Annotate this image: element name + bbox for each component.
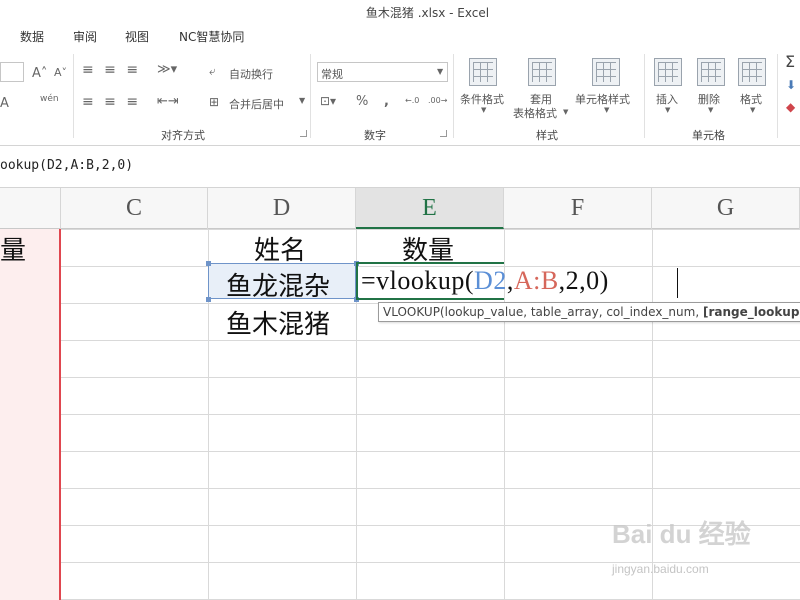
watermark-url: jingyan.baidu.com bbox=[612, 562, 709, 576]
group-separator bbox=[310, 54, 311, 138]
table-format-label-2[interactable]: 表格格式 bbox=[513, 105, 557, 121]
format-dropdown-icon[interactable]: ▼ bbox=[750, 106, 755, 114]
tab-view[interactable]: 视图 bbox=[125, 28, 149, 45]
table-format-icon[interactable] bbox=[528, 58, 556, 86]
cells-group-label: 单元格 bbox=[692, 129, 725, 142]
decrease-decimal-icon[interactable]: .00→ bbox=[428, 96, 447, 105]
align-left-icon[interactable]: ≡ ≡ ≡ bbox=[82, 94, 141, 110]
tooltip-current-arg[interactable]: [range_lookup] bbox=[703, 305, 800, 319]
fill-icon[interactable]: ⬇ bbox=[786, 78, 796, 92]
comma-icon[interactable]: , bbox=[384, 94, 389, 109]
tab-data[interactable]: 数据 bbox=[20, 28, 44, 45]
indent-icon[interactable]: ⇤⇥ bbox=[157, 94, 179, 109]
column-header-d[interactable]: D bbox=[208, 188, 356, 229]
group-separator bbox=[453, 54, 454, 138]
tab-nc[interactable]: NC智慧协同 bbox=[179, 28, 244, 45]
conditional-format-dropdown-icon[interactable]: ▼ bbox=[481, 106, 486, 114]
merge-dropdown-icon[interactable]: ▼ bbox=[299, 96, 305, 105]
tab-review[interactable]: 审阅 bbox=[73, 28, 97, 45]
wrap-text-button[interactable]: 自动换行 bbox=[229, 66, 273, 82]
group-separator bbox=[644, 54, 645, 138]
font-size-down-icon[interactable]: A˅ bbox=[54, 66, 67, 79]
range-handle[interactable] bbox=[206, 297, 211, 302]
delete-button[interactable]: 删除 bbox=[698, 91, 720, 107]
cell-editor[interactable]: =vlookup(D2,A:B,2,0) bbox=[361, 266, 609, 296]
number-format-dropdown-icon[interactable]: ▼ bbox=[437, 67, 443, 76]
styles-group-label: 样式 bbox=[536, 129, 558, 142]
alignment-group-label: 对齐方式 bbox=[161, 129, 205, 142]
font-size-combo[interactable] bbox=[0, 62, 24, 82]
cell-styles-button[interactable]: 单元格样式 bbox=[575, 91, 630, 107]
tooltip-signature[interactable]: VLOOKUP(lookup_value, table_array, col_i… bbox=[383, 305, 703, 319]
merge-center-button[interactable]: 合并后居中 bbox=[229, 96, 284, 112]
conditional-format-icon[interactable] bbox=[469, 58, 497, 86]
range-handle[interactable] bbox=[206, 261, 211, 266]
number-format-combo[interactable]: 常规 ▼ bbox=[317, 62, 448, 82]
percent-icon[interactable]: % bbox=[356, 94, 368, 109]
cell-b1-partial[interactable]: 量 bbox=[0, 230, 26, 267]
window-title: 鱼木混猪 .xlsx - Excel bbox=[365, 6, 490, 20]
editor-ref-ab: A:B bbox=[513, 266, 559, 295]
clear-icon[interactable]: ◆ bbox=[786, 100, 795, 114]
column-header-g[interactable]: G bbox=[652, 188, 800, 229]
alignment-launcher-icon[interactable] bbox=[300, 130, 307, 137]
ribbon-tabs: 数据 审阅 视图 NC智慧协同 bbox=[0, 24, 800, 48]
column-header-e[interactable]: E bbox=[356, 188, 504, 229]
insert-button[interactable]: 插入 bbox=[656, 91, 678, 107]
phonetic-icon[interactable]: wén bbox=[40, 94, 59, 104]
number-group-label: 数字 bbox=[364, 129, 386, 142]
conditional-format-button[interactable]: 条件格式 bbox=[460, 91, 504, 107]
column-header-f[interactable]: F bbox=[504, 188, 652, 229]
function-tooltip[interactable]: VLOOKUP(lookup_value, table_array, col_i… bbox=[378, 302, 800, 322]
cell-styles-dropdown-icon[interactable]: ▼ bbox=[604, 106, 609, 114]
editor-rest: ,2,0) bbox=[558, 266, 609, 295]
font-color-icon[interactable]: A bbox=[0, 96, 9, 111]
column-b-partial[interactable] bbox=[0, 229, 61, 600]
column-header-partial[interactable] bbox=[0, 188, 61, 229]
cell-styles-icon[interactable] bbox=[592, 58, 620, 86]
ribbon: A˄ A˅ A wén ≡ ≡ ≡ ≫▾ ⤶ 自动换行 ≡ ≡ ≡ ⇤⇥ ⊞ 合… bbox=[0, 48, 800, 146]
group-separator bbox=[777, 54, 778, 138]
cell-d3[interactable]: 鱼木混猪 bbox=[226, 304, 330, 341]
insert-dropdown-icon[interactable]: ▼ bbox=[665, 106, 670, 114]
wrap-text-icon: ⤶ bbox=[209, 64, 216, 78]
column-header-c[interactable]: C bbox=[61, 188, 208, 229]
formula-bar[interactable]: ookup(D2,A:B,2,0) bbox=[0, 146, 800, 188]
group-separator bbox=[73, 54, 74, 138]
format-button[interactable]: 格式 bbox=[740, 91, 762, 107]
cell-d1[interactable]: 姓名 bbox=[254, 230, 306, 267]
format-icon[interactable] bbox=[738, 58, 766, 86]
formula-input[interactable]: ookup(D2,A:B,2,0) bbox=[0, 158, 133, 173]
cell-d2[interactable]: 鱼龙混杂 bbox=[226, 266, 330, 303]
number-launcher-icon[interactable] bbox=[440, 130, 447, 137]
editor-comma: , bbox=[506, 266, 514, 295]
title-bar: 鱼木混猪 .xlsx - Excel bbox=[0, 0, 800, 24]
insert-icon[interactable] bbox=[654, 58, 682, 86]
editor-ref-d2: D2 bbox=[474, 266, 507, 295]
number-format-value: 常规 bbox=[321, 68, 343, 81]
align-top-icon[interactable]: ≡ ≡ ≡ bbox=[82, 62, 141, 78]
editor-prefix: =vlookup( bbox=[361, 266, 475, 295]
watermark-logo: Bai du 经验 bbox=[612, 519, 751, 549]
text-caret bbox=[677, 268, 678, 298]
delete-icon[interactable] bbox=[697, 58, 725, 86]
column-headers: C D E F G bbox=[0, 188, 800, 229]
delete-dropdown-icon[interactable]: ▼ bbox=[708, 106, 713, 114]
orientation-icon[interactable]: ≫▾ bbox=[157, 62, 177, 77]
increase-decimal-icon[interactable]: ←.0 bbox=[405, 96, 419, 105]
font-size-up-icon[interactable]: A˄ bbox=[32, 66, 47, 81]
currency-icon[interactable]: ⊡▾ bbox=[320, 94, 336, 108]
table-format-dropdown-icon[interactable]: ▼ bbox=[563, 108, 568, 116]
autosum-icon[interactable]: Σ bbox=[785, 52, 795, 71]
merge-icon: ⊞ bbox=[209, 95, 220, 109]
